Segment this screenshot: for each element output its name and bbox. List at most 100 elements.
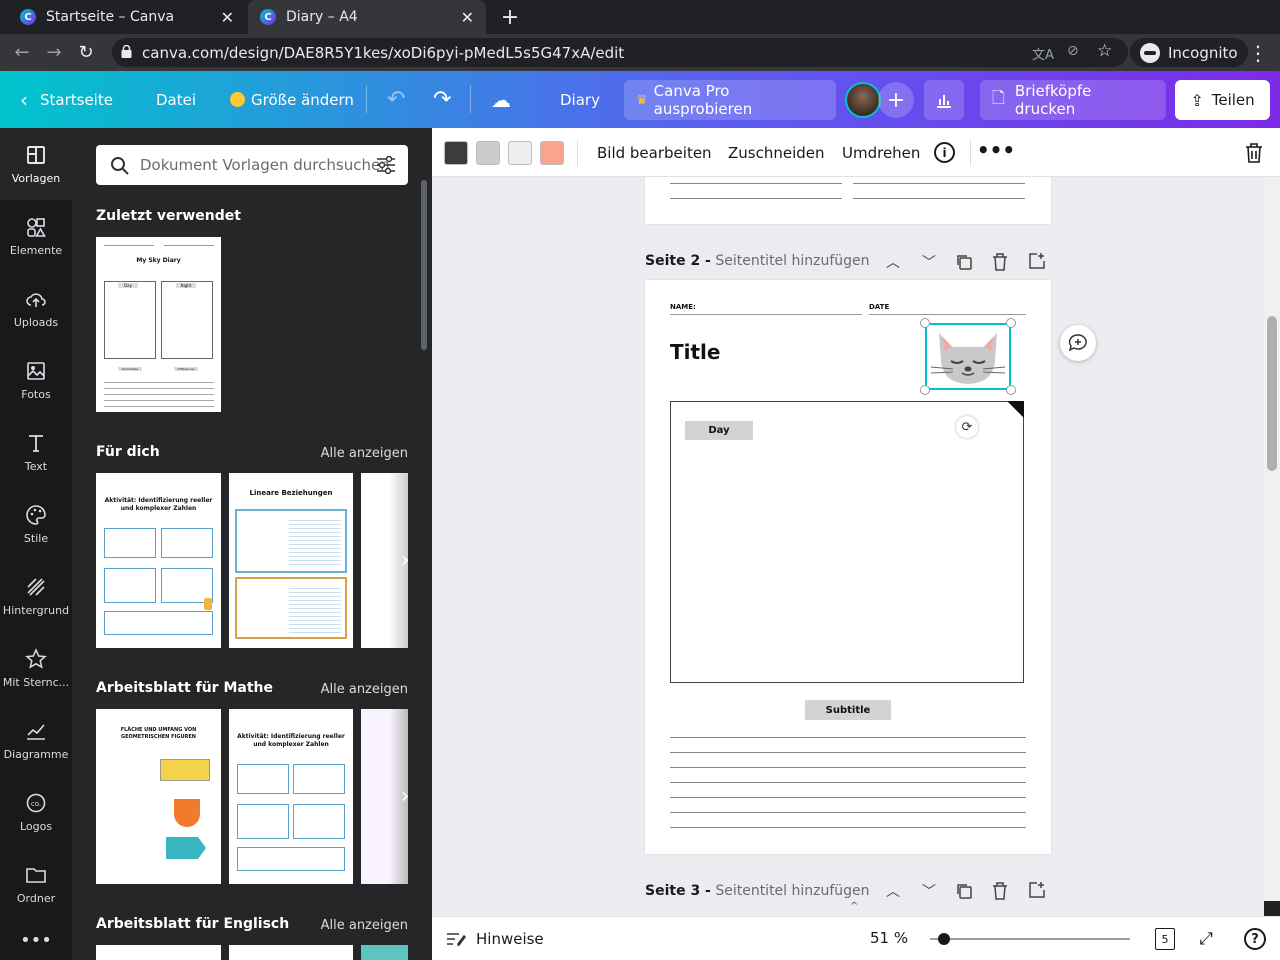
file-menu-button[interactable]: Datei (156, 71, 196, 128)
sidebar-item-palette[interactable]: Stile (0, 488, 72, 560)
canvas-horizontal-scrollbar[interactable]: ^ (432, 901, 1264, 916)
add-page-icon[interactable] (1028, 252, 1046, 270)
page-1[interactable] (645, 177, 1051, 224)
chevron-down-icon[interactable]: ﹀ (919, 252, 939, 272)
foryou-template-thumbnail-2[interactable]: Lineare Beziehungen (229, 473, 353, 648)
filter-sliders-icon[interactable] (376, 156, 396, 174)
cat-image[interactable] (925, 323, 1011, 390)
zoom-slider[interactable] (930, 933, 1130, 945)
sidebar-item-background[interactable]: Hintergrund (0, 560, 72, 632)
page-2-title-input[interactable]: Seitentitel hinzufügen (715, 253, 869, 269)
avatar[interactable] (845, 82, 881, 118)
sidebar-item-elements[interactable]: Elemente (0, 200, 72, 272)
duplicate-page-icon[interactable] (955, 253, 973, 271)
info-icon[interactable]: i (934, 142, 955, 163)
add-comment-button[interactable] (1060, 325, 1096, 361)
forward-arrow-icon[interactable]: → (38, 34, 70, 71)
resize-handle[interactable] (1006, 318, 1016, 328)
sidebar-item-logo[interactable]: co. Logos (0, 776, 72, 848)
title-text[interactable]: Title (670, 340, 720, 364)
more-apps-icon[interactable]: ••• (0, 920, 72, 960)
duplicate-page-icon[interactable] (955, 882, 973, 900)
canvas-vertical-scrollbar[interactable] (1264, 177, 1280, 901)
subtitle-label[interactable]: Subtitle (805, 700, 891, 720)
day-label[interactable]: Day (685, 421, 753, 440)
insights-chart-button[interactable] (924, 80, 964, 120)
sidebar-item-text[interactable]: Text (0, 416, 72, 488)
crop-button[interactable]: Zuschneiden (728, 128, 825, 177)
notes-button[interactable]: Hinweise (446, 929, 544, 949)
fullscreen-icon[interactable]: ⤢ (1195, 928, 1217, 950)
math-template-thumbnail-1[interactable]: FLÄCHE UND UMFANG VON GEOMETRISCHEN FIGU… (96, 709, 221, 884)
back-home-button[interactable]: ‹ Startseite (20, 71, 113, 128)
page-2[interactable]: NAME: DATE Title Day ⟳ Subtitle (645, 280, 1051, 854)
rotate-icon[interactable]: ⟳ (956, 416, 978, 438)
math-template-thumbnail-2[interactable]: Aktivität: Identifizierung reeller und k… (229, 709, 353, 884)
zoom-slider-thumb[interactable] (938, 933, 950, 945)
math-see-all-link[interactable]: Alle anzeigen (321, 682, 408, 697)
reload-icon[interactable]: ↻ (70, 34, 102, 71)
close-icon[interactable]: ✕ (221, 8, 234, 27)
incognito-badge[interactable]: Incognito (1130, 38, 1248, 67)
close-icon[interactable]: ✕ (461, 8, 474, 27)
more-options-icon[interactable]: ••• (977, 138, 1015, 162)
chevron-up-icon[interactable]: ︿ (883, 252, 903, 272)
eye-off-icon[interactable]: ⊘ (1067, 43, 1079, 59)
browser-menu-icon[interactable]: ⋮ (1242, 34, 1274, 71)
scrollbar-thumb[interactable] (1267, 316, 1277, 471)
english-template-thumbnail-2[interactable] (229, 945, 353, 960)
sidebar-item-folder[interactable]: Ordner (0, 848, 72, 920)
chevron-up-icon[interactable]: ︿ (883, 881, 903, 901)
foryou-see-all-link[interactable]: Alle anzeigen (321, 446, 408, 461)
undo-icon[interactable]: ↶ (387, 71, 405, 128)
sidebar-item-star[interactable]: Mit Sternc... (0, 632, 72, 704)
resize-button[interactable]: Größe ändern (230, 71, 354, 128)
add-page-icon[interactable] (1028, 881, 1046, 899)
cloud-saved-icon[interactable]: ☁ (491, 71, 511, 128)
foryou-template-thumbnail-1[interactable]: Aktivität: Identifizierung reeller und k… (96, 473, 221, 648)
sidebar-item-photo[interactable]: Fotos (0, 344, 72, 416)
try-canva-pro-button[interactable]: ♛ Canva Pro ausprobieren (624, 80, 836, 120)
chevron-up-icon[interactable]: ^ (850, 901, 858, 912)
page-3-title-input[interactable]: Seitentitel hinzufügen (715, 883, 869, 899)
url-field[interactable]: canva.com/design/DAE8R5Y1kes/xoDi6pyi-pM… (112, 38, 1128, 67)
browser-tab-diary[interactable]: C Diary – A4 ✕ (248, 0, 486, 34)
delete-page-icon[interactable] (992, 253, 1008, 271)
sidebar-item-templates[interactable]: Vorlagen (0, 128, 72, 200)
resize-handle[interactable] (920, 318, 930, 328)
chevron-down-icon[interactable]: ﹀ (919, 881, 939, 901)
color-swatch-3[interactable] (508, 141, 532, 165)
zoom-percent[interactable]: 51 % (870, 929, 908, 947)
recent-template-thumbnail[interactable]: My Sky Diary Day Night Similarities Diff… (96, 237, 221, 412)
page-count-button[interactable]: 5 (1155, 928, 1175, 950)
share-button[interactable]: ⇪ Teilen (1175, 80, 1270, 120)
trash-icon[interactable] (1244, 142, 1264, 164)
sidebar-item-upload-cloud[interactable]: Uploads (0, 272, 72, 344)
translate-icon[interactable]: 文A (1032, 44, 1054, 63)
add-collaborator-icon[interactable]: + (878, 82, 914, 118)
document-title[interactable]: Diary (560, 71, 600, 128)
sidebar-item-chart[interactable]: Diagramme (0, 704, 72, 776)
color-swatch-2[interactable] (476, 141, 500, 165)
flip-button[interactable]: Umdrehen (842, 128, 920, 177)
resize-handle[interactable] (1006, 385, 1016, 395)
panel-scrollbar[interactable] (421, 180, 427, 350)
english-see-all-link[interactable]: Alle anzeigen (321, 918, 408, 933)
back-arrow-icon[interactable]: ← (6, 34, 38, 71)
redo-icon[interactable]: ↷ (433, 71, 451, 128)
browser-tab-startseite[interactable]: C Startseite – Canva ✕ (8, 0, 246, 34)
help-icon[interactable]: ? (1244, 928, 1266, 950)
chevron-right-icon[interactable]: › (393, 548, 417, 573)
edit-image-button[interactable]: Bild bearbeiten (597, 128, 712, 177)
print-letterheads-button[interactable]: 🗋 Briefköpfe drucken (980, 80, 1166, 120)
day-box[interactable] (670, 401, 1024, 683)
english-template-thumbnail-3[interactable] (361, 945, 408, 960)
delete-page-icon[interactable] (992, 882, 1008, 900)
template-search-input[interactable]: Dokument Vorlagen durchsuchen (96, 145, 408, 185)
new-tab-icon[interactable]: + (498, 5, 522, 30)
resize-handle[interactable] (920, 385, 930, 395)
english-template-thumbnail-1[interactable] (96, 945, 221, 960)
star-bookmark-icon[interactable]: ☆ (1097, 41, 1112, 61)
chevron-right-icon[interactable]: › (393, 784, 417, 809)
color-swatch-1[interactable] (444, 141, 468, 165)
